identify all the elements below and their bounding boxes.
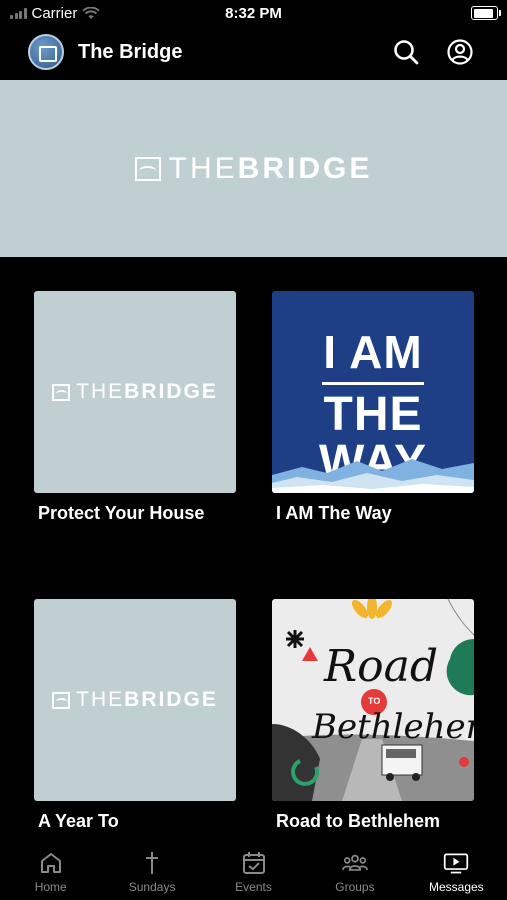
message-thumbnail[interactable]: I AM THE WAY [272, 291, 474, 493]
tab-label: Events [235, 880, 272, 894]
bridge-logo-icon [52, 383, 71, 401]
message-card[interactable]: Road TO Bethlehem Road to Bethlehem [272, 599, 474, 831]
message-title[interactable]: Protect Your House [38, 503, 204, 524]
tab-messages[interactable]: Messages [406, 840, 507, 900]
artwork-line-2: Bethlehem [312, 707, 474, 747]
tab-home[interactable]: Home [0, 840, 101, 900]
message-card[interactable]: THEBRIDGE A Year To [34, 599, 236, 831]
tab-label: Groups [335, 880, 375, 894]
app-header: The Bridge [0, 28, 507, 80]
artwork-line-1: I AM [323, 326, 423, 378]
battery-icon [471, 6, 501, 20]
message-title[interactable]: Road to Bethlehem [276, 811, 440, 832]
message-thumbnail[interactable]: Road TO Bethlehem [272, 599, 474, 801]
tab-label: Home [34, 880, 67, 894]
brand-wordmark: THEBRIDGE [52, 688, 218, 712]
message-title[interactable]: A Year To [38, 811, 119, 832]
artwork-line-1: Road [324, 641, 439, 692]
tab-label: Sundays [128, 880, 176, 894]
church-logo-icon[interactable] [28, 34, 64, 70]
mountains-illustration [272, 459, 474, 493]
page-title: The Bridge [78, 41, 183, 63]
status-bar: Carrier 8:32 PM [0, 0, 507, 28]
tv-play-icon [444, 853, 469, 874]
cross-icon [146, 852, 159, 874]
message-thumbnail[interactable]: THEBRIDGE [34, 599, 236, 801]
tab-groups[interactable]: Groups [304, 840, 405, 900]
tab-events[interactable]: Events [203, 840, 304, 900]
message-thumbnail[interactable]: THEBRIDGE [34, 291, 236, 493]
featured-banner[interactable]: THEBRIDGE [0, 80, 507, 257]
tab-sundays[interactable]: Sundays [101, 840, 202, 900]
home-icon [40, 853, 61, 873]
brand-wordmark: THEBRIDGE [134, 151, 373, 186]
artwork-divider [322, 382, 424, 385]
brand-word-the: THE [168, 151, 238, 185]
message-title[interactable]: I AM The Way [276, 503, 392, 524]
tab-bar: Home Sundays Events Groups Messages [0, 840, 507, 900]
message-card[interactable]: THEBRIDGE Protect Your House [34, 291, 236, 523]
status-time: 8:32 PM [225, 5, 282, 22]
bridge-logo-icon [134, 156, 161, 181]
tab-label: Messages [428, 880, 484, 894]
brand-word-bridge: BRIDGE [237, 151, 373, 185]
search-icon[interactable] [392, 38, 420, 66]
artwork-badge: TO [368, 696, 381, 706]
bridge-logo-icon [52, 691, 71, 709]
brand-wordmark: THEBRIDGE [52, 380, 218, 404]
calendar-check-icon [242, 852, 265, 874]
group-icon [341, 854, 368, 871]
message-card[interactable]: I AM THE WAY I AM The Way [272, 291, 474, 523]
account-icon[interactable] [446, 38, 474, 66]
